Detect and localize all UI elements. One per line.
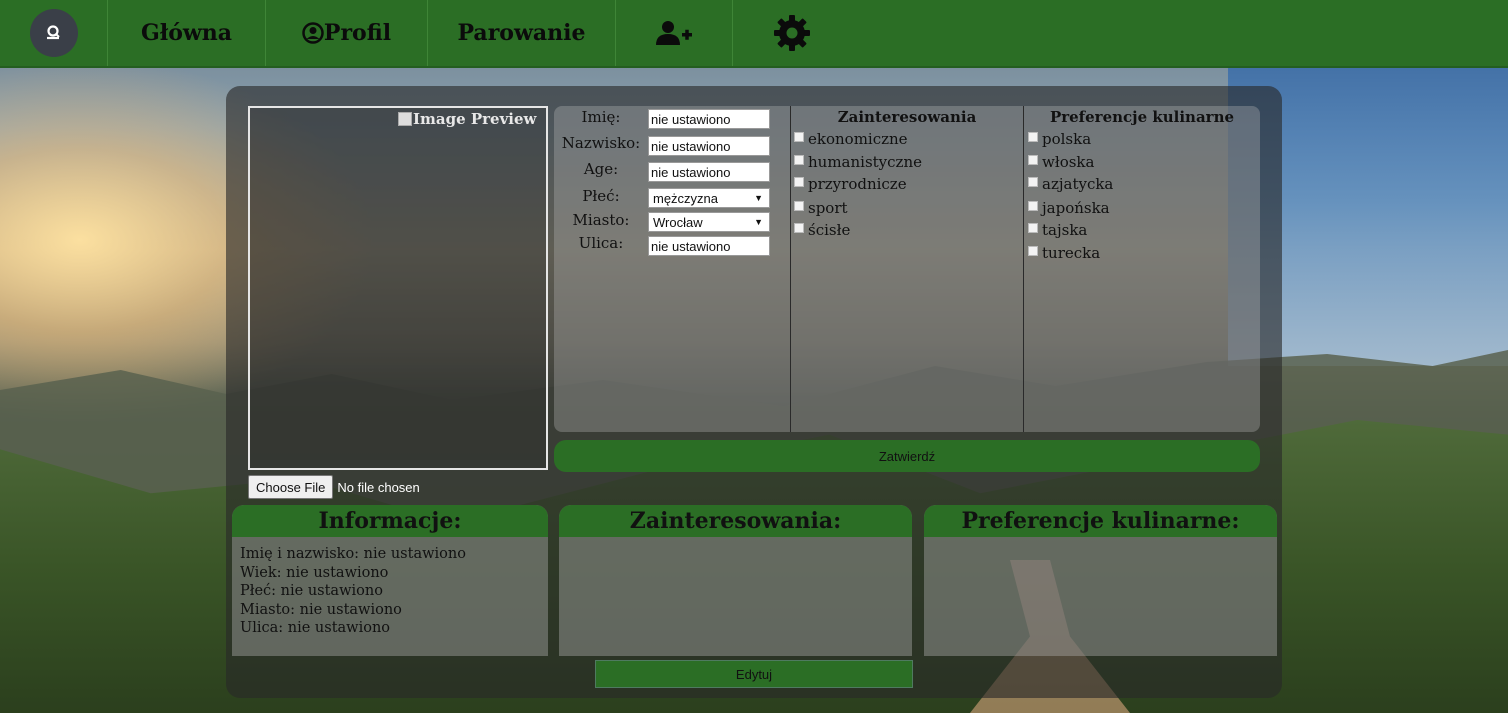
broken-image-icon <box>398 112 412 126</box>
add-user-icon <box>656 20 692 46</box>
cuisine-option[interactable]: turecka <box>1028 244 1100 262</box>
cuisine-option[interactable]: włoska <box>1028 153 1094 171</box>
nav-item-pairing[interactable]: Parowanie <box>428 0 616 66</box>
user-circle-icon <box>302 22 324 44</box>
info-lines: Imię i nazwisko: nie ustawiono Wiek: nie… <box>232 537 548 646</box>
file-status: No file chosen <box>337 479 420 495</box>
last-name-label: Nazwisko: <box>561 134 641 152</box>
info-card-title: Informacje: <box>232 505 548 537</box>
gender-select-value: mężczyzna <box>653 190 719 206</box>
interest-checkbox[interactable] <box>794 201 804 211</box>
last-name-input[interactable]: nie ustawiono <box>648 136 770 156</box>
street-input[interactable]: nie ustawiono <box>648 236 770 256</box>
column-divider <box>1023 106 1024 432</box>
nav-home-label: Główna <box>140 20 233 46</box>
nav-item-home[interactable]: Główna <box>108 0 266 66</box>
interest-label: ścisłe <box>808 221 851 239</box>
interest-checkbox[interactable] <box>794 223 804 233</box>
column-divider <box>790 106 791 432</box>
info-card: Informacje: Imię i nazwisko: nie ustawio… <box>232 505 548 656</box>
interest-label: ekonomiczne <box>808 130 908 148</box>
interest-option[interactable]: przyrodnicze <box>794 175 907 193</box>
file-input[interactable]: Choose File No file chosen <box>248 475 420 499</box>
submit-button[interactable]: Zatwierdź <box>554 440 1260 472</box>
interests-summary-title: Zainteresowania: <box>559 505 912 537</box>
image-preview: Image Preview <box>398 110 536 128</box>
info-line-age: Wiek: nie ustawiono <box>240 564 389 581</box>
cuisine-checkbox[interactable] <box>1028 132 1038 142</box>
cuisine-label: tajska <box>1042 221 1088 239</box>
cuisine-label: azjatycka <box>1042 175 1114 193</box>
city-select[interactable]: Wrocław ▼ <box>648 212 770 232</box>
info-line-street: Ulica: nie ustawiono <box>240 620 391 636</box>
cuisine-label: turecka <box>1042 244 1101 262</box>
cuisine-option[interactable]: polska <box>1028 130 1091 148</box>
cuisine-label: japońska <box>1042 199 1110 217</box>
cuisine-checkbox[interactable] <box>1028 177 1038 187</box>
interest-option[interactable]: ekonomiczne <box>794 130 908 148</box>
interest-label: humanistyczne <box>808 153 922 171</box>
gear-icon <box>772 13 812 53</box>
cuisine-option[interactable]: japońska <box>1028 199 1110 217</box>
gender-select[interactable]: mężczyzna ▼ <box>648 188 770 208</box>
nav-item-search[interactable] <box>0 0 108 66</box>
cuisine-option[interactable]: azjatycka <box>1028 175 1113 193</box>
city-label: Miasto: <box>572 211 630 229</box>
chevron-down-icon: ▼ <box>754 193 763 203</box>
nav-item-profile[interactable]: Profil <box>266 0 428 66</box>
image-preview-alt: Image Preview <box>413 110 537 128</box>
cuisine-option[interactable]: tajska <box>1028 221 1087 239</box>
info-line-gender: Płeć: nie ustawiono <box>240 583 383 599</box>
interest-option[interactable]: sport <box>794 199 848 217</box>
interest-label: przyrodnicze <box>808 175 907 193</box>
cuisine-checkbox[interactable] <box>1028 223 1038 233</box>
chevron-down-icon: ▼ <box>754 217 763 227</box>
interest-option[interactable]: ścisłe <box>794 221 850 239</box>
age-input[interactable]: nie ustawiono <box>648 162 770 182</box>
interest-checkbox[interactable] <box>794 155 804 165</box>
gender-label: Płeć: <box>582 187 620 205</box>
edit-button[interactable]: Edytuj <box>595 660 913 688</box>
info-line-name: Imię i nazwisko: nie ustawiono <box>240 546 466 562</box>
image-preview-frame <box>248 106 548 470</box>
cuisine-checkbox[interactable] <box>1028 201 1038 211</box>
first-name-label: Imię: <box>581 108 621 126</box>
choose-file-button[interactable]: Choose File <box>248 475 334 499</box>
interest-checkbox[interactable] <box>794 132 804 142</box>
interest-checkbox[interactable] <box>794 177 804 187</box>
interests-summary-card: Zainteresowania: <box>559 505 912 656</box>
cuisine-label: włoska <box>1042 153 1095 171</box>
cuisine-summary-card: Preferencje kulinarne: <box>924 505 1277 656</box>
nav-item-add-user[interactable] <box>616 0 733 66</box>
cuisine-checkbox[interactable] <box>1028 155 1038 165</box>
nav-profile-label: Profil <box>323 20 392 46</box>
search-user-icon[interactable] <box>30 9 78 57</box>
age-label: Age: <box>583 160 619 178</box>
nav-pairing-label: Parowanie <box>457 20 586 46</box>
cuisine-checkbox[interactable] <box>1028 246 1038 256</box>
nav-item-settings[interactable] <box>733 0 851 66</box>
top-navbar: Główna Profil Parowanie <box>0 0 1508 68</box>
interests-title: Zainteresowania <box>837 108 977 126</box>
cuisine-title: Preferencje kulinarne <box>1049 108 1235 126</box>
interest-label: sport <box>808 199 848 217</box>
info-line-city: Miasto: nie ustawiono <box>240 601 402 618</box>
interest-option[interactable]: humanistyczne <box>794 153 922 171</box>
cuisine-summary-title: Preferencje kulinarne: <box>924 505 1277 537</box>
city-select-value: Wrocław <box>653 214 703 230</box>
first-name-input[interactable]: nie ustawiono <box>648 109 770 129</box>
cuisine-label: polska <box>1042 130 1092 148</box>
street-label: Ulica: <box>578 234 624 252</box>
